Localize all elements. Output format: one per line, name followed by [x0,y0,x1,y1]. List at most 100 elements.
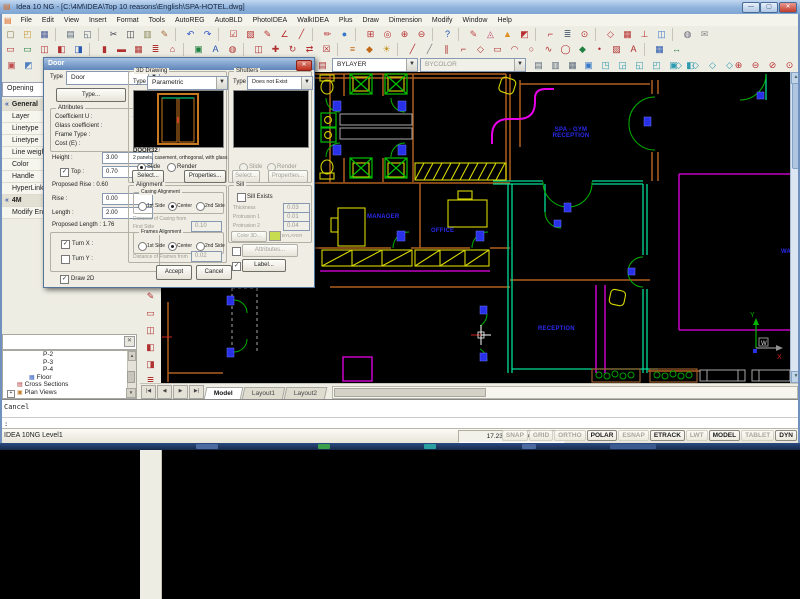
frames-1st-radio[interactable] [138,242,147,251]
expander-icon[interactable]: + [7,390,15,398]
help-icon[interactable]: ? [439,27,456,42]
attributes-checkbox[interactable] [232,247,241,256]
menu-item-file[interactable]: File [16,17,37,24]
snap-settings-icon[interactable]: ◇ [602,27,619,42]
named-views-icon[interactable]: ◫ [653,27,670,42]
command-window[interactable]: Cancel : [0,399,800,430]
wall-tool-icon[interactable]: ▭ [2,42,19,57]
redo-icon[interactable]: ↷ [199,27,216,42]
menu-item-insert[interactable]: Insert [84,17,112,24]
taskbar-item[interactable] [424,444,436,449]
menu-item-autoreg[interactable]: AutoREG [170,17,210,24]
minimize-button[interactable]: — [742,2,760,13]
room-label-icon[interactable]: A [207,42,224,57]
door-insert-icon[interactable]: ◧ [53,42,70,57]
edit-attributes-icon[interactable]: ✎ [259,27,276,42]
roof-icon[interactable]: ⌂ [164,42,181,57]
rectangle-icon[interactable]: ▭ [489,42,506,57]
spline-icon[interactable]: ∿ [540,42,557,57]
save-icon[interactable]: ▦ [36,27,53,42]
tree-item[interactable]: +▣Plan Views [3,389,136,397]
scroll-thumb[interactable] [127,371,135,383]
render-sphere-icon[interactable]: ● [336,27,353,42]
hatch-icon[interactable]: ▨ [608,42,625,57]
new-file-icon[interactable]: ▢ [2,27,19,42]
zoom-extents-icon[interactable]: ⊙ [781,58,798,73]
tree-scrollbar[interactable]: ▲ ▼ [127,351,136,398]
type-button[interactable]: Type... [56,88,126,102]
tree-item[interactable]: ▦Floor [3,374,136,382]
brush-icon[interactable]: ✏ [319,27,336,42]
point-icon[interactable]: • [591,42,608,57]
menu-item-draw[interactable]: Draw [358,17,384,24]
status-toggle-lwt[interactable]: LWT [686,430,708,441]
accept-button[interactable]: Accept [156,265,192,280]
room-icon[interactable]: ▣ [190,42,207,57]
render-radio[interactable] [167,163,176,172]
status-toggle-grid[interactable]: GRID [529,430,553,441]
status-toggle-polar[interactable]: POLAR [587,430,618,441]
window-vertical-icon[interactable]: ◨ [142,357,159,372]
dimension-icon[interactable]: ↔ [668,42,685,57]
status-toggle-model[interactable]: MODEL [709,430,740,441]
frames-center-radio[interactable] [168,242,177,251]
color-control-combo[interactable]: BYLAYER ▼ [332,58,418,72]
taskbar-item[interactable] [610,444,656,449]
view-3d-icon[interactable]: ▣ [3,58,20,73]
sill-exists-checkbox[interactable] [237,193,246,202]
menu-item-tools[interactable]: Tools [144,17,170,24]
match-properties-icon[interactable]: ☑ [225,27,242,42]
zoom-window-icon[interactable]: ⊞ [362,27,379,42]
menu-item-help[interactable]: Help [492,17,516,24]
maximize-button[interactable]: ▢ [760,2,778,13]
tab-nav-icon[interactable]: |◀ [141,385,156,399]
status-toggle-snap[interactable]: SNAP [502,430,528,441]
taskbar-item[interactable] [318,444,330,449]
measure-icon[interactable]: ∠ [276,27,293,42]
rotate-entity-icon[interactable]: ↻ [284,42,301,57]
copy-entity-icon[interactable]: ◫ [250,42,267,57]
table-icon[interactable]: ▦ [651,42,668,57]
open-file-icon[interactable]: ◰ [19,27,36,42]
menu-item-dimension[interactable]: Dimension [384,17,427,24]
grid-settings-icon[interactable]: ▦ [619,27,636,42]
construction-line-icon[interactable]: ╱ [293,27,310,42]
status-toggle-dyn[interactable]: DYN [775,430,797,441]
sun-icon[interactable]: ☀ [378,42,395,57]
print-preview-icon[interactable]: ◱ [79,27,96,42]
print-icon[interactable]: ▤ [62,27,79,42]
shutters-type-combo[interactable]: Does not Exist ▼ [247,76,313,90]
id-point-icon[interactable]: ⊙ [576,27,593,42]
chevron-down-icon[interactable]: ▼ [301,77,312,89]
opening-vertical-icon[interactable]: ◫ [142,323,159,338]
modify-tool-icon[interactable]: ✎ [142,289,159,304]
scroll-down-icon[interactable]: ▼ [126,388,136,398]
chevron-down-icon[interactable]: ▼ [406,59,417,71]
polygon-icon[interactable]: ◇ [472,42,489,57]
turn-y-checkbox[interactable] [61,255,70,264]
status-toggle-etrack[interactable]: ETRACK [650,430,685,441]
camera-icon[interactable]: ◩ [20,58,37,73]
zoom-out-icon[interactable]: ⊖ [413,27,430,42]
properties-icon[interactable]: ▧ [242,27,259,42]
block-icon[interactable]: ◆ [574,42,591,57]
taskbar-item[interactable] [522,444,536,449]
palette-close-icon[interactable]: ✕ [124,336,135,347]
line-icon[interactable]: ╱ [404,42,421,57]
list-icon[interactable]: ≣ [559,27,576,42]
scroll-up-icon[interactable]: ▲ [128,351,136,361]
dialog-title-bar[interactable]: Door [44,58,314,70]
workspace-icon[interactable]: ▣ [580,58,597,73]
menu-item-format[interactable]: Format [111,17,143,24]
copy-icon[interactable]: ◫ [122,27,139,42]
cut-icon[interactable]: ✂ [105,27,122,42]
circle-icon[interactable]: ○ [523,42,540,57]
zoom-realtime-icon[interactable]: ⊕ [730,58,747,73]
close-button[interactable]: ✕ [779,2,797,13]
zoom-previous-icon[interactable]: ⊖ [747,58,764,73]
dialog-close-icon[interactable]: ✕ [296,60,312,71]
slab-icon[interactable]: ▦ [130,42,147,57]
casing-1st-radio[interactable] [138,202,147,211]
tree-item[interactable]: P-3 [3,359,136,367]
menu-item-window[interactable]: Window [458,17,493,24]
